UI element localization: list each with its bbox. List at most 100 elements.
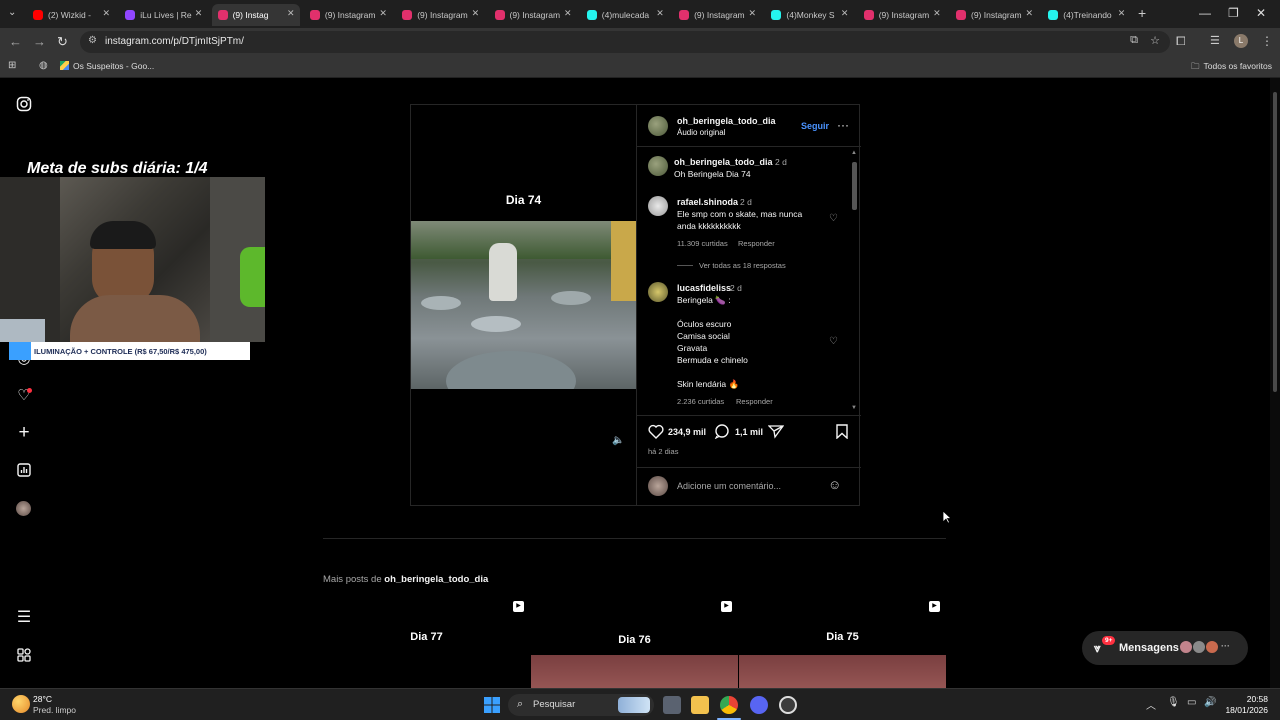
browser-tab[interactable]: (4)mulecada ✕ xyxy=(581,4,669,26)
globe-icon[interactable]: ◍ xyxy=(39,60,48,71)
browser-tab[interactable]: (9) Instagram ✕ xyxy=(950,4,1038,26)
app-icon[interactable] xyxy=(779,696,797,714)
task-view-icon[interactable] xyxy=(663,696,681,714)
browser-tab[interactable]: (9) Instagram ✕ xyxy=(858,4,946,26)
reply-button[interactable]: Responder xyxy=(736,397,773,406)
tab-close-icon[interactable]: ✕ xyxy=(1118,8,1126,19)
bookmark-item[interactable]: Os Suspeitos - Goo... xyxy=(60,61,154,71)
tab-close-icon[interactable]: ✕ xyxy=(472,8,480,19)
follow-button[interactable]: Seguir xyxy=(801,121,829,131)
forward-icon[interactable]: → xyxy=(33,34,46,49)
author-username[interactable]: oh_beringela_todo_dia xyxy=(677,116,776,126)
browser-menu-icon[interactable]: ⋮ xyxy=(1261,34,1273,48)
post-thumbnail[interactable]: Dia 77 ▶ xyxy=(323,595,530,688)
all-bookmarks-button[interactable]: 🗀 Todos os favoritos xyxy=(1191,61,1272,75)
tab-close-icon[interactable]: ✕ xyxy=(1025,8,1033,19)
also-from-meta-icon[interactable] xyxy=(16,648,32,664)
browser-tab[interactable]: (9) Instagram ✕ xyxy=(304,4,392,26)
comment-username[interactable]: rafael.shinoda xyxy=(677,197,738,207)
taskbar-search[interactable]: ⌕ Pesquisar xyxy=(508,694,654,716)
reply-button[interactable]: Responder xyxy=(738,239,775,248)
clock-date[interactable]: 18/01/2026 xyxy=(1222,705,1268,715)
minimize-icon[interactable]: — xyxy=(1199,6,1211,20)
audio-label[interactable]: Áudio original xyxy=(677,128,725,137)
like-comment-heart-icon[interactable]: ♡ xyxy=(829,336,838,347)
comment-likes[interactable]: 2.236 curtidas xyxy=(677,397,724,406)
new-tab-button[interactable]: + xyxy=(1138,5,1146,21)
scrollbar-thumb[interactable] xyxy=(1273,92,1277,392)
instagram-logo-icon[interactable] xyxy=(16,96,32,112)
media-control-icon[interactable]: ☰ xyxy=(1210,34,1220,47)
browser-tab[interactable]: (9) Instagram ✕ xyxy=(489,4,577,26)
dashboard-icon[interactable] xyxy=(16,463,32,479)
mute-icon[interactable]: 🔈 xyxy=(612,435,624,446)
emoji-icon[interactable]: ☺ xyxy=(828,477,841,492)
like-comment-heart-icon[interactable]: ♡ xyxy=(829,213,838,224)
more-posts-username[interactable]: oh_beringela_todo_dia xyxy=(384,574,488,585)
tab-close-icon[interactable]: ✕ xyxy=(195,8,203,19)
weather-icon[interactable] xyxy=(12,695,30,713)
volume-icon[interactable]: 🔊 xyxy=(1204,697,1216,708)
weather-temp[interactable]: 28°C xyxy=(33,694,52,704)
tab-close-icon[interactable]: ✕ xyxy=(933,8,941,19)
tab-close-icon[interactable]: ✕ xyxy=(564,8,572,19)
browser-tab[interactable]: (4)Treinando ✕ xyxy=(1042,4,1130,26)
site-info-icon[interactable]: ⚙ xyxy=(88,35,97,46)
tab-close-icon[interactable]: ✕ xyxy=(287,8,295,19)
create-plus-icon[interactable]: + xyxy=(16,423,32,442)
tab-close-icon[interactable]: ✕ xyxy=(749,8,757,19)
post-thumbnail[interactable]: Dia 75 ▶ xyxy=(739,595,946,688)
share-button[interactable] xyxy=(767,424,785,444)
show-hidden-icons-chevron-icon[interactable]: ︿ xyxy=(1146,697,1156,712)
comment-username[interactable]: lucasfideliss xyxy=(677,283,731,293)
comment-count[interactable]: 1,1 mil xyxy=(735,427,763,437)
comment-likes[interactable]: 11.309 curtidas xyxy=(677,239,728,248)
network-icon[interactable]: ▭ xyxy=(1187,697,1196,708)
comment-button[interactable] xyxy=(714,424,730,444)
apps-grid-icon[interactable]: ⊞ xyxy=(8,60,16,71)
page-scrollbar[interactable] xyxy=(1270,78,1280,688)
more-menu-icon[interactable]: ☰ xyxy=(16,610,32,626)
address-bar[interactable]: ⚙ instagram.com/p/DTjmItSjPTm/ ⧉ ☆ xyxy=(80,31,1170,53)
browser-tab[interactable]: (4)Monkey S ✕ xyxy=(765,4,853,26)
tab-close-icon[interactable]: ✕ xyxy=(841,8,849,19)
chrome-icon[interactable] xyxy=(720,696,738,714)
post-thumbnail[interactable]: Dia 76 ▶ xyxy=(531,595,738,688)
notifications-heart-icon[interactable]: ♡ xyxy=(16,388,32,404)
browser-tab[interactable]: (2) Wizkid - ✕ xyxy=(27,4,115,26)
back-icon[interactable]: ← xyxy=(9,34,22,49)
caption-avatar[interactable] xyxy=(648,156,668,176)
profile-avatar-nav[interactable] xyxy=(16,501,32,517)
view-replies-button[interactable]: Ver todas as 18 respostas xyxy=(699,261,786,270)
comment-avatar[interactable] xyxy=(648,196,668,216)
more-options-icon[interactable]: ··· xyxy=(837,118,849,132)
install-app-icon[interactable]: ⧉ xyxy=(1130,34,1138,47)
tab-close-icon[interactable]: ✕ xyxy=(102,8,110,19)
browser-tab[interactable]: (9) Instagram ✕ xyxy=(673,4,761,26)
reel-video[interactable]: Dia 74 🔈 xyxy=(411,105,636,505)
save-button[interactable] xyxy=(835,424,849,444)
bookmark-star-icon[interactable]: ☆ xyxy=(1150,34,1160,47)
microphone-icon[interactable]: 🎙 xyxy=(1167,697,1180,708)
author-avatar[interactable] xyxy=(648,116,668,136)
tab-close-icon[interactable]: ✕ xyxy=(656,8,664,19)
extensions-icon[interactable]: ⧠ xyxy=(1176,34,1186,49)
like-button[interactable] xyxy=(648,424,664,444)
weather-desc[interactable]: Pred. limpo xyxy=(33,705,76,715)
tab-search-chevron-icon[interactable]: ⌄ xyxy=(8,7,16,18)
messages-button[interactable]: ⩔ 9+ Mensagens ··· xyxy=(1082,631,1248,665)
browser-tab[interactable]: (9) Instagram ✕ xyxy=(396,4,484,26)
profile-avatar[interactable]: L xyxy=(1234,34,1248,48)
like-count[interactable]: 234,9 mil xyxy=(668,427,706,437)
browser-tab[interactable]: (9) Instag ✕ xyxy=(211,4,300,26)
file-explorer-icon[interactable] xyxy=(691,696,709,714)
windows-start-icon[interactable] xyxy=(483,696,501,714)
discord-icon[interactable] xyxy=(750,696,768,714)
comments-scrollbar[interactable]: ▲ ▼ xyxy=(850,150,859,412)
restore-icon[interactable]: ❐ xyxy=(1228,6,1239,20)
add-comment-input[interactable]: Adicione um comentário... xyxy=(677,481,781,491)
caption-username[interactable]: oh_beringela_todo_dia xyxy=(674,157,773,167)
comment-avatar[interactable] xyxy=(648,282,668,302)
tab-close-icon[interactable]: ✕ xyxy=(379,8,387,19)
window-close-icon[interactable]: ✕ xyxy=(1256,6,1266,20)
